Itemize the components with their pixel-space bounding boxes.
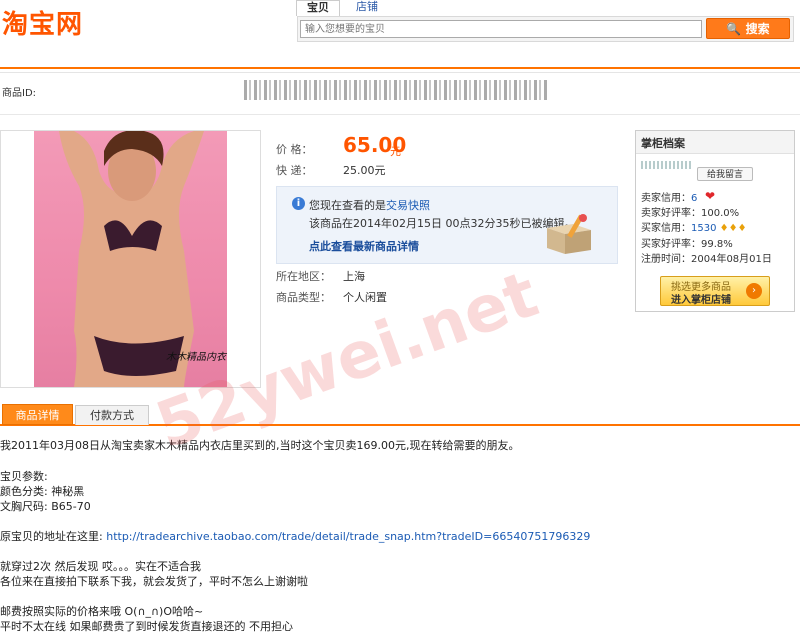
enter-shop-label: 进入掌柜店铺 (671, 295, 731, 306)
title-divider (0, 114, 800, 115)
heart-icon: ❤ (705, 189, 716, 203)
seller-name-obscured (641, 161, 693, 169)
register-date-label: 注册时间： (641, 254, 691, 265)
desc-size: 文胸尺码: B65-70 (0, 500, 91, 513)
search-button[interactable]: 🔍 搜索 (706, 18, 790, 39)
notice-line1: 您现在查看的是交易快照 (309, 197, 430, 213)
desc-params-title: 宝贝参数: (0, 470, 48, 483)
price-label: 价 格： (276, 143, 313, 156)
buyer-rate-value: 99.8% (701, 239, 733, 250)
photo-caption: 木木精品内衣 (166, 352, 226, 363)
seller-rate-value: 100.0% (701, 208, 740, 219)
price-unit: 元 (390, 145, 401, 158)
tab-payment-method[interactable]: 付款方式 (75, 405, 149, 425)
diamond-icon: ♦♦♦ (719, 223, 747, 234)
type-label: 商品类型： (276, 291, 331, 304)
info-icon: i (292, 197, 305, 210)
header-divider (0, 67, 800, 69)
package-icon (547, 214, 591, 254)
latest-detail-link[interactable]: 点此查看最新商品详情 (309, 238, 419, 254)
seller-credit-label: 卖家信用： (641, 193, 691, 204)
location-value: 上海 (343, 270, 365, 283)
buyer-credit-label: 买家信用： (641, 223, 691, 234)
search-icon: 🔍 (726, 22, 742, 36)
register-date-row: 注册时间：2004年08月01日 (641, 250, 772, 265)
tab-items[interactable]: 宝贝 (296, 0, 340, 16)
seller-card-title: 掌柜档案 (641, 137, 685, 150)
register-date-value: 2004年08月01日 (691, 254, 772, 265)
notice-prefix: 您现在查看的是 (309, 199, 386, 212)
source-url-link[interactable]: http://tradearchive.taobao.com/trade/det… (106, 530, 590, 543)
desc-source-label: 原宝贝的地址在这里: (0, 530, 103, 543)
seller-credit-row: 卖家信用：6 (641, 189, 697, 204)
search-button-label: 搜索 (745, 22, 770, 36)
arrow-right-icon: › (746, 283, 762, 299)
seller-credit-value[interactable]: 6 (691, 193, 697, 204)
buyer-rate-row: 买家好评率：99.8% (641, 235, 733, 250)
desc-worn-line: 就穿过2次 然后发现 哎。。。实在不适合我 (0, 560, 201, 573)
shipping-label: 快 递： (276, 164, 313, 177)
location-label: 所在地区： (276, 270, 331, 283)
buyer-rate-label: 买家好评率： (641, 239, 701, 250)
seller-rate-label: 卖家好评率： (641, 208, 701, 219)
tab-shops[interactable]: 店铺 (346, 0, 388, 14)
shipping-value: 25.00元 (343, 164, 386, 177)
obscured-title (244, 80, 549, 100)
buyer-credit-row: 买家信用：1530 ♦♦♦ (641, 219, 747, 234)
desc-purchase-line: 我2011年03月08日从淘宝卖家木木精品内衣店里买到的,当时这个宝贝卖169.… (0, 439, 520, 452)
desc-contact-line: 各位来在直接拍下联系下我，就会发货了，平时不怎么上谢谢啦 (0, 575, 308, 588)
seller-rate-row: 卖家好评率：100.0% (641, 204, 739, 219)
tab-item-details[interactable]: 商品详情 (2, 404, 73, 425)
desc-color: 颜色分类: 神秘黑 (0, 485, 85, 498)
buyer-credit-value[interactable]: 1530 (691, 223, 716, 234)
type-value: 个人闲置 (343, 291, 387, 304)
desc-offline-line: 平时不太在线 如果邮费贵了到时候发货直接退还的 不用担心 (0, 620, 293, 633)
snapshot-link[interactable]: 交易快照 (386, 199, 430, 212)
notice-line2: 该商品在2014年02月15日 00点32分35秒已被编辑。 (309, 217, 576, 230)
header-subline (0, 72, 800, 73)
taobao-logo[interactable]: 淘宝网 (2, 4, 83, 41)
desc-source-row: 原宝贝的地址在这里: http://tradearchive.taobao.co… (0, 528, 590, 544)
leave-message-button[interactable]: 给我留言 (697, 167, 753, 181)
desc-postage-line: 邮费按照实际的价格来哦 O(∩_∩)O哈哈~ (0, 605, 204, 618)
search-input[interactable] (300, 20, 702, 38)
item-id-label: 商品ID: (2, 88, 37, 99)
